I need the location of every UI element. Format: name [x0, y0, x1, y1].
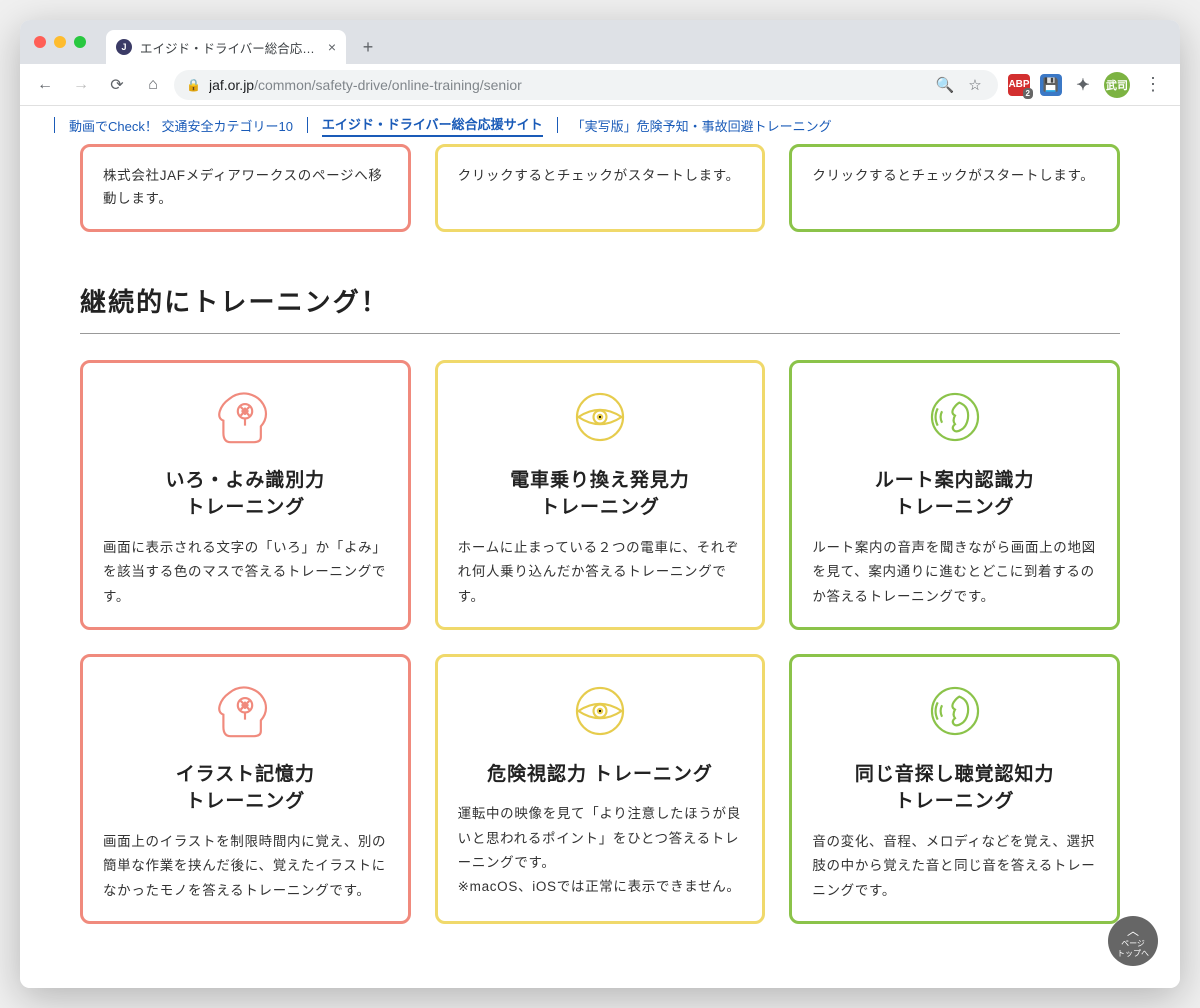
card-desc: 株式会社JAFメディアワークスのページへ移動します。 [103, 165, 388, 211]
card-title: いろ・よみ識別力トレーニング [103, 467, 388, 522]
back-to-top-button[interactable]: ︿ ページ トップへ [1108, 916, 1158, 966]
tab-bar: J エイジド・ドライバー総合応援サ × + [20, 20, 1180, 64]
card-check-start-2[interactable]: クリックするとチェックがスタートします。 [789, 144, 1120, 232]
close-tab-button[interactable]: × [328, 40, 336, 54]
back-to-top-label-2: トップへ [1117, 949, 1149, 959]
main-content: 株式会社JAFメディアワークスのページへ移動します。 クリックするとチェックがス… [50, 144, 1150, 988]
extension-icons: ABP2 💾 ✦ 武司 ⋮ [1004, 72, 1170, 98]
toolbar: ← → ⟳ ⌂ 🔒 jaf.or.jp/common/safety-drive/… [20, 64, 1180, 106]
close-window-button[interactable] [34, 36, 46, 48]
forward-button[interactable]: → [66, 70, 96, 100]
subnav-separator [557, 117, 558, 133]
save-extension-icon[interactable]: 💾 [1040, 74, 1062, 96]
card-train-transfer[interactable]: 電車乗り換え発見力トレーニング ホームに止まっている２つの電車に、それぞれ何人乗… [435, 360, 766, 630]
sub-navigation: 動画でCheck！ 交通安全カテゴリー10 エイジド・ドライバー総合応援サイト … [20, 106, 1180, 144]
profile-avatar[interactable]: 武司 [1104, 72, 1130, 98]
card-desc: 画面上のイラストを制限時間内に覚え、別の簡単な作業を挟んだ後に、覚えたイラストに… [103, 830, 388, 903]
card-route-guidance[interactable]: ルート案内認識力トレーニング ルート案内の音声を聞きながら画面上の地図を見て、案… [789, 360, 1120, 630]
minimize-window-button[interactable] [54, 36, 66, 48]
section-heading-training: 継続的にトレーニング！ [80, 282, 1120, 319]
ear-icon [919, 381, 991, 453]
card-desc: クリックするとチェックがスタートします。 [812, 165, 1097, 188]
card-iro-yomi[interactable]: いろ・よみ識別力トレーニング 画面に表示される文字の「いろ」か「よみ」を該当する… [80, 360, 411, 630]
subnav-separator [307, 117, 308, 133]
card-title: 同じ音探し聴覚認知力トレーニング [812, 761, 1097, 816]
head-bulb-icon [209, 381, 281, 453]
subnav-link-aged-driver[interactable]: エイジド・ドライバー総合応援サイト [322, 114, 543, 137]
browser-window: J エイジド・ドライバー総合応援サ × + ← → ⟳ ⌂ 🔒 jaf.or.j… [20, 20, 1180, 988]
card-desc: ルート案内の音声を聞きながら画面上の地図を見て、案内通りに進むとどこに到着するの… [812, 536, 1097, 609]
card-desc: ホームに止まっている２つの電車に、それぞれ何人乗り込んだか答えるトレーニングです… [458, 536, 743, 609]
top-card-row: 株式会社JAFメディアワークスのページへ移動します。 クリックするとチェックがス… [80, 144, 1120, 232]
url-domain: jaf.or.jp [209, 77, 254, 93]
card-jaf-media[interactable]: 株式会社JAFメディアワークスのページへ移動します。 [80, 144, 411, 232]
card-danger-vision[interactable]: 危険視認力 トレーニング 運転中の映像を見て「より注意したほうが良いと思われるポ… [435, 654, 766, 924]
back-button[interactable]: ← [30, 70, 60, 100]
ear-icon [919, 675, 991, 747]
card-title: ルート案内認識力トレーニング [812, 467, 1097, 522]
search-icon[interactable]: 🔍 [934, 74, 956, 96]
subnav-link-live-action[interactable]: 「実写版」危険予知・事故回避トレーニング [572, 116, 832, 135]
page-content: 動画でCheck！ 交通安全カテゴリー10 エイジド・ドライバー総合応援サイト … [20, 106, 1180, 988]
back-to-top-label-1: ページ [1121, 939, 1145, 949]
browser-tab[interactable]: J エイジド・ドライバー総合応援サ × [106, 30, 346, 64]
section-rule [80, 333, 1120, 334]
head-bulb-icon [209, 675, 281, 747]
card-title: イラスト記憶力トレーニング [103, 761, 388, 816]
tab-title: エイジド・ドライバー総合応援サ [140, 38, 320, 57]
chevron-up-icon: ︿ [1127, 924, 1139, 938]
card-desc: クリックするとチェックがスタートします。 [458, 165, 743, 188]
star-icon[interactable]: ☆ [964, 74, 986, 96]
eye-icon [564, 675, 636, 747]
card-same-sound[interactable]: 同じ音探し聴覚認知力トレーニング 音の変化、音程、メロディなどを覚え、選択肢の中… [789, 654, 1120, 924]
address-bar[interactable]: 🔒 jaf.or.jp/common/safety-drive/online-t… [174, 70, 998, 100]
card-title: 危険視認力 トレーニング [458, 761, 743, 789]
training-row-1: いろ・よみ識別力トレーニング 画面に表示される文字の「いろ」か「よみ」を該当する… [80, 360, 1120, 630]
card-check-start-1[interactable]: クリックするとチェックがスタートします。 [435, 144, 766, 232]
lock-icon: 🔒 [186, 78, 201, 92]
eye-icon [564, 381, 636, 453]
card-illustration-memory[interactable]: イラスト記憶力トレーニング 画面上のイラストを制限時間内に覚え、別の簡単な作業を… [80, 654, 411, 924]
card-desc: 音の変化、音程、メロディなどを覚え、選択肢の中から覚えた音と同じ音を答えるトレー… [812, 830, 1097, 903]
url-text: jaf.or.jp/common/safety-drive/online-tra… [209, 77, 926, 93]
training-row-2: イラスト記憶力トレーニング 画面上のイラストを制限時間内に覚え、別の簡単な作業を… [80, 654, 1120, 924]
abp-badge: 2 [1023, 88, 1033, 99]
subnav-separator [54, 117, 55, 133]
favicon-icon: J [116, 39, 132, 55]
url-path: /common/safety-drive/online-training/sen… [254, 77, 522, 93]
new-tab-button[interactable]: + [354, 33, 382, 61]
subnav-link-category10[interactable]: 動画でCheck！ 交通安全カテゴリー10 [69, 116, 293, 135]
card-desc: 画面に表示される文字の「いろ」か「よみ」を該当する色のマスで答えるトレーニングで… [103, 536, 388, 609]
extensions-button[interactable]: ✦ [1072, 74, 1094, 96]
menu-button[interactable]: ⋮ [1140, 74, 1166, 95]
adblock-extension-icon[interactable]: ABP2 [1008, 74, 1030, 96]
reload-button[interactable]: ⟳ [102, 70, 132, 100]
home-button[interactable]: ⌂ [138, 70, 168, 100]
card-title: 電車乗り換え発見力トレーニング [458, 467, 743, 522]
card-desc: 運転中の映像を見て「より注意したほうが良いと思われるポイント」をひとつ答えるトレ… [458, 802, 743, 899]
window-controls [30, 20, 92, 64]
maximize-window-button[interactable] [74, 36, 86, 48]
